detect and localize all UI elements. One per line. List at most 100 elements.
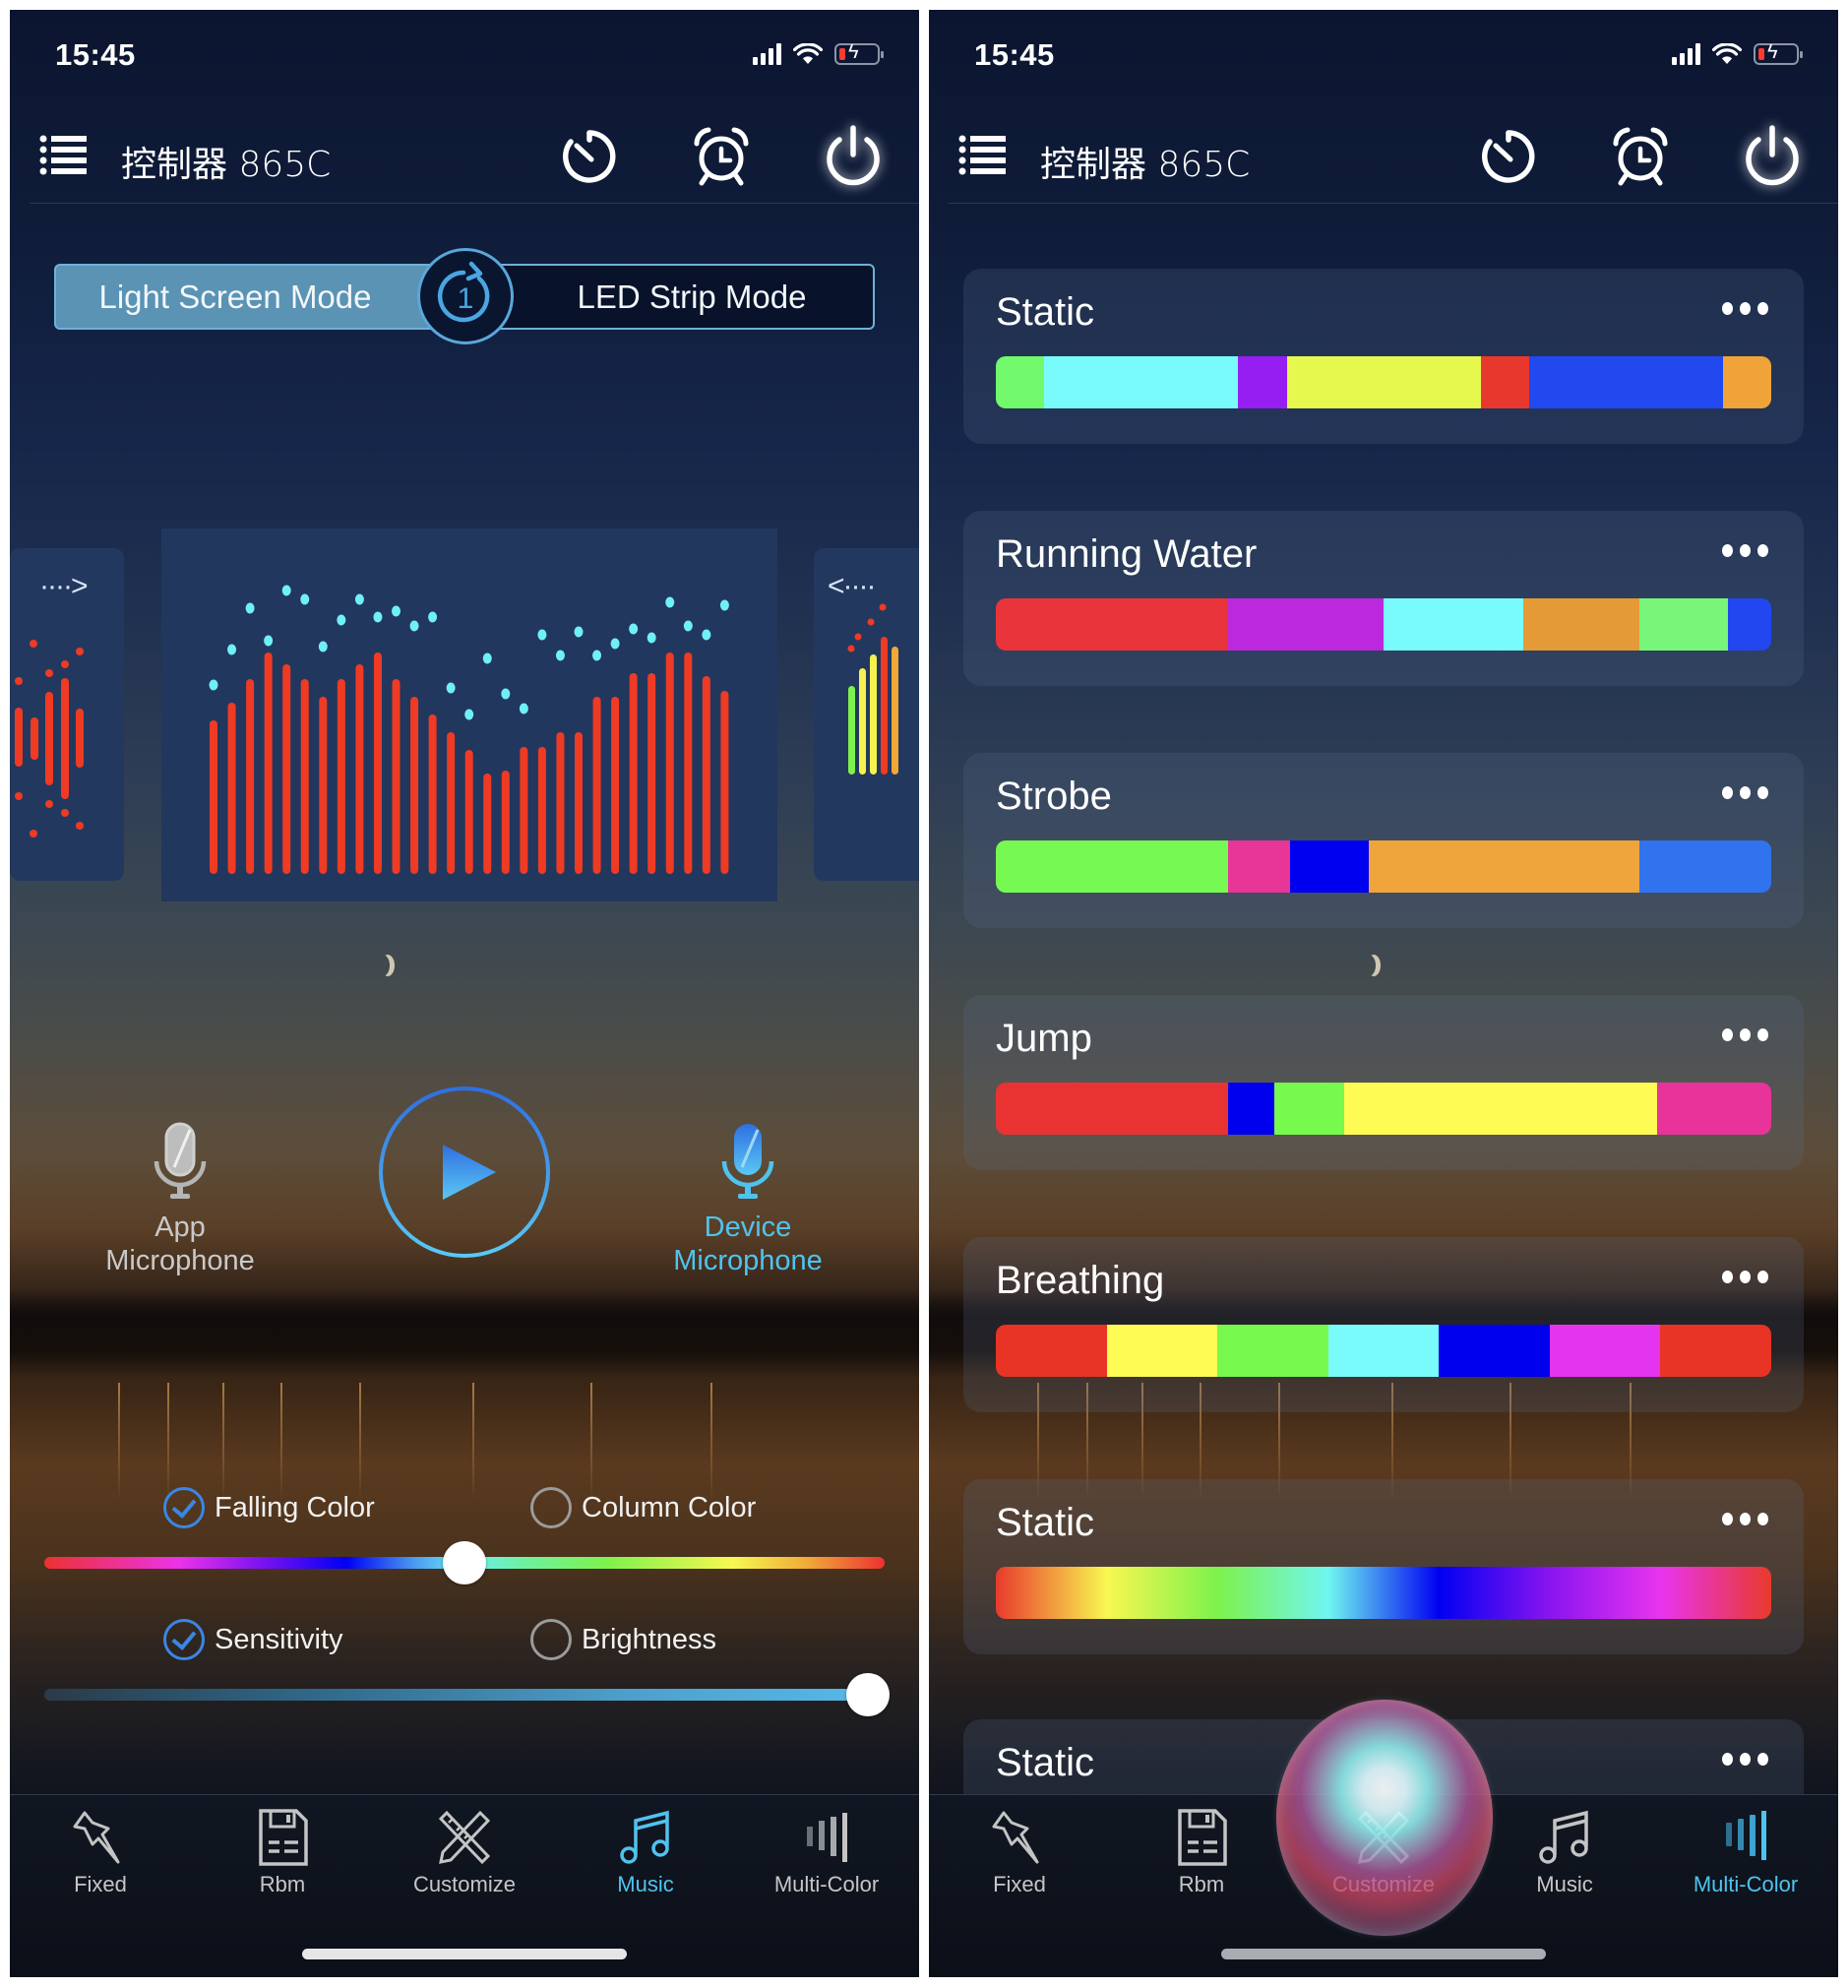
- ellipsis-icon[interactable]: [1722, 302, 1768, 315]
- peak-dot: [555, 650, 565, 661]
- tab-label: Rbm: [259, 1872, 306, 1896]
- tab-multi-color[interactable]: Multi-Color: [1667, 1809, 1824, 1897]
- tab-fixed[interactable]: Fixed: [22, 1809, 179, 1897]
- effect-card[interactable]: Static: [963, 1479, 1804, 1654]
- tab-label: Customize: [413, 1872, 516, 1896]
- color-segment: [1343, 1083, 1658, 1135]
- power-icon[interactable]: [1740, 124, 1805, 189]
- hue-slider[interactable]: [44, 1541, 885, 1584]
- tab-label: Rbm: [1178, 1872, 1225, 1896]
- color-segment: [1480, 356, 1529, 408]
- peak-dot: [373, 611, 383, 623]
- effect-card[interactable]: Breathing: [963, 1237, 1804, 1412]
- color-segment: [1639, 598, 1728, 651]
- ellipsis-icon[interactable]: [1722, 1271, 1768, 1283]
- effect-card[interactable]: Running Water: [963, 511, 1804, 686]
- equalizer-bars-icon: [1726, 1811, 1766, 1860]
- effect-card-title: Static: [996, 1501, 1095, 1544]
- next-effect-panel[interactable]: <····: [814, 548, 919, 881]
- spectrum-bar: [611, 697, 620, 874]
- tab-multi-color[interactable]: Multi-Color: [748, 1809, 905, 1897]
- list-menu-icon[interactable]: [39, 134, 87, 175]
- spectrum-bar: [720, 691, 729, 874]
- color-segment: [1384, 598, 1523, 651]
- peak-dot: [245, 602, 255, 614]
- list-menu-icon[interactable]: [958, 134, 1006, 175]
- peak-dot: [354, 593, 364, 605]
- horizon-silhouette: [10, 1289, 919, 1378]
- peak-dot: [574, 626, 584, 638]
- device-title: 控制器 865C: [121, 145, 332, 185]
- alarm-clock-icon[interactable]: [689, 124, 754, 189]
- ellipsis-icon[interactable]: [1722, 544, 1768, 557]
- color-preview-bar: [996, 840, 1771, 893]
- sensitivity-label: Sensitivity: [215, 1623, 343, 1655]
- pencil-ruler-icon: [438, 1810, 491, 1865]
- peak-dot: [464, 709, 474, 720]
- color-preview-bar: [996, 1567, 1771, 1619]
- spectrum-bar: [501, 771, 510, 874]
- peak-dot: [610, 638, 620, 650]
- color-segment: [996, 1083, 1229, 1135]
- tab-music[interactable]: Music: [567, 1809, 724, 1897]
- effect-card[interactable]: Static: [963, 269, 1804, 444]
- sensitivity-option[interactable]: Sensitivity: [163, 1619, 343, 1660]
- alarm-clock-icon[interactable]: [1608, 124, 1673, 189]
- peak-dot: [428, 611, 438, 623]
- color-segment: [1228, 598, 1384, 651]
- spectrum-bar: [520, 747, 528, 874]
- tab-rbm[interactable]: Rbm: [204, 1809, 361, 1897]
- tab-music[interactable]: Music: [1486, 1809, 1643, 1897]
- effect-card[interactable]: Strobe: [963, 753, 1804, 928]
- color-segment: [1228, 1083, 1274, 1135]
- mode-toggle: Light Screen Mode LED Strip Mode 1: [54, 248, 875, 344]
- music-visualizer-panel[interactable]: [161, 528, 777, 901]
- brightness-option[interactable]: Brightness: [530, 1619, 716, 1660]
- sensitivity-slider-knob[interactable]: [845, 1673, 890, 1716]
- wifi-icon: [793, 43, 823, 64]
- ellipsis-icon[interactable]: [1722, 1513, 1768, 1525]
- peak-dot: [264, 635, 274, 647]
- tab-label: Music: [617, 1872, 674, 1896]
- rotate-one-icon: 1: [437, 261, 490, 323]
- play-button[interactable]: [378, 1086, 551, 1259]
- ellipsis-icon[interactable]: [1722, 1028, 1768, 1041]
- led-strip-mode-button[interactable]: LED Strip Mode: [465, 264, 875, 330]
- multi-color-screen: 15:45 ϟ 控制器 865C Static Running Water Stro…: [929, 10, 1838, 1977]
- color-segment: [1044, 356, 1239, 408]
- color-segment: [996, 1325, 1107, 1377]
- spectrum-bar: [684, 652, 693, 874]
- checked-radio-icon: [163, 1619, 205, 1660]
- ellipsis-icon[interactable]: [1722, 1753, 1768, 1766]
- timer-icon[interactable]: [1476, 124, 1541, 189]
- peak-dot: [482, 652, 492, 664]
- column-color-option[interactable]: Column Color: [530, 1487, 756, 1528]
- color-segment: [1522, 598, 1640, 651]
- header-divider: [30, 203, 919, 204]
- sensitivity-slider[interactable]: [44, 1673, 890, 1716]
- device-microphone-option[interactable]: Device Microphone: [649, 1122, 846, 1277]
- spectrum-bar: [337, 679, 345, 874]
- color-segment: [1289, 840, 1370, 893]
- effect-card[interactable]: Jump: [963, 995, 1804, 1170]
- ellipsis-icon[interactable]: [1722, 786, 1768, 799]
- tab-customize[interactable]: Customize: [386, 1809, 543, 1897]
- spectrum-bar: [447, 732, 456, 874]
- color-segment: [1722, 356, 1771, 408]
- power-icon[interactable]: [821, 124, 886, 189]
- color-segment: [1639, 840, 1771, 893]
- hue-slider-knob[interactable]: [443, 1541, 486, 1584]
- tab-fixed[interactable]: Fixed: [941, 1809, 1098, 1897]
- falling-color-option[interactable]: Falling Color: [163, 1487, 375, 1528]
- device-title: 控制器 865C: [1040, 145, 1251, 185]
- timer-icon[interactable]: [557, 124, 622, 189]
- mode-switch-button[interactable]: 1: [417, 248, 514, 344]
- music-note-icon: [620, 1810, 669, 1864]
- floppy-disk-icon: [1178, 1809, 1227, 1866]
- app-microphone-option[interactable]: App Microphone: [82, 1122, 278, 1277]
- light-screen-mode-button[interactable]: Light Screen Mode: [54, 264, 465, 330]
- peak-dot: [683, 620, 693, 632]
- color-segment: [1286, 356, 1481, 408]
- tab-rbm[interactable]: Rbm: [1123, 1809, 1280, 1897]
- prev-effect-panel[interactable]: ····>: [10, 548, 124, 881]
